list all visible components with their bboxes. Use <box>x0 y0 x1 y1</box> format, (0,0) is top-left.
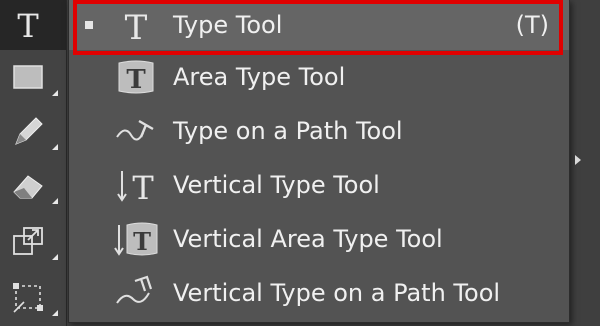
svg-text:T: T <box>132 169 154 205</box>
flyout-indicator-icon <box>52 254 58 260</box>
area-type-tool-icon: T <box>118 60 154 95</box>
svg-text:T: T <box>125 8 148 45</box>
type-tool-icon: T <box>125 8 148 45</box>
menu-item-label: Vertical Type on a Path Tool <box>173 279 501 307</box>
free-transform-tool-button[interactable] <box>0 216 66 266</box>
rectangle-tool-button[interactable] <box>0 52 66 102</box>
crop-selection-icon <box>13 283 43 313</box>
pencil-tool-button[interactable] <box>0 106 66 156</box>
pencil-icon <box>15 117 43 145</box>
tools-panel: T <box>0 0 67 326</box>
rectangle-icon <box>13 65 43 89</box>
svg-text:T: T <box>133 227 151 256</box>
eraser-icon <box>13 175 43 199</box>
type-icon: T <box>17 7 39 44</box>
crop-selection-tool-button[interactable] <box>0 272 66 322</box>
app-window: T T Type Tool (T) T Area Type Tool Type … <box>0 0 600 326</box>
current-tool-bullet-icon <box>85 21 93 29</box>
flyout-indicator-icon <box>52 144 58 150</box>
menu-item-type-on-path-tool[interactable]: Type on a Path Tool <box>69 106 569 156</box>
menu-item-vertical-type-on-path-tool[interactable]: Vertical Type on a Path Tool <box>69 268 569 318</box>
vertical-area-type-tool-icon: T <box>114 222 158 256</box>
flyout-indicator-icon <box>52 310 58 316</box>
menu-item-vertical-area-type-tool[interactable]: T Vertical Area Type Tool <box>69 214 569 264</box>
panel-expand-arrow-icon[interactable] <box>575 155 581 165</box>
menu-item-label: Vertical Area Type Tool <box>173 225 443 253</box>
menu-item-type-tool[interactable]: T Type Tool (T) <box>69 0 569 50</box>
menu-item-label: Type on a Path Tool <box>173 117 403 145</box>
eraser-tool-button[interactable] <box>0 160 66 210</box>
type-on-path-tool-icon <box>116 119 154 141</box>
menu-item-label: Vertical Type Tool <box>173 171 380 199</box>
flyout-indicator-icon <box>52 198 58 204</box>
free-transform-icon <box>13 227 43 255</box>
vertical-type-on-path-tool-icon <box>116 275 153 304</box>
svg-text:T: T <box>17 7 39 44</box>
vertical-type-tool-icon: T <box>117 169 154 205</box>
type-tools-flyout-menu: T Type Tool (T) T Area Type Tool Type on… <box>68 0 570 323</box>
type-tool-button[interactable]: T <box>0 0 66 50</box>
menu-item-area-type-tool[interactable]: T Area Type Tool <box>69 52 569 102</box>
svg-text:T: T <box>126 65 146 95</box>
keyboard-shortcut: (T) <box>515 11 549 39</box>
menu-item-vertical-type-tool[interactable]: T Vertical Type Tool <box>69 160 569 210</box>
flyout-indicator-icon <box>52 90 58 96</box>
menu-item-label: Area Type Tool <box>173 63 346 91</box>
menu-item-label: Type Tool <box>173 11 283 39</box>
